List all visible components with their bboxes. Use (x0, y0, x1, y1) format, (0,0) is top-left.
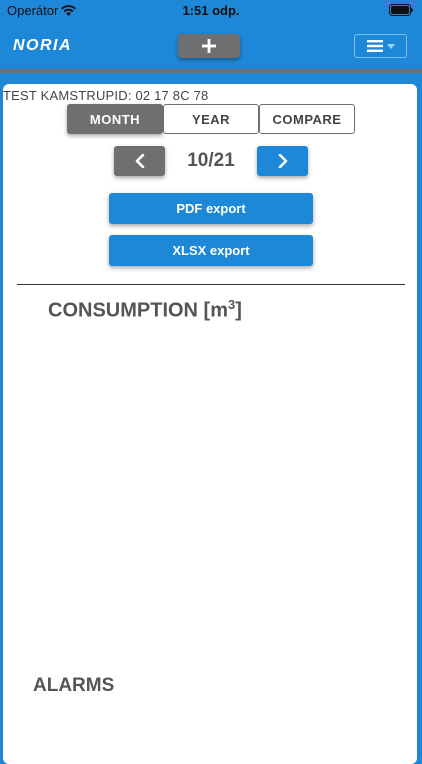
chevron-left-icon (135, 154, 144, 168)
consumption-heading-suffix: ] (235, 299, 242, 322)
tab-year[interactable]: YEAR (163, 104, 259, 134)
battery-icon (389, 4, 413, 16)
navbar-divider (0, 69, 422, 73)
pdf-export-button[interactable]: PDF export (109, 193, 313, 224)
period-label: 10/21 (187, 150, 235, 171)
device-title: TEST KAMSTRUPID: 02 17 8C 78 (3, 88, 209, 103)
alarms-heading: ALARMS (33, 675, 115, 696)
navbar: NORIA (0, 22, 422, 70)
caret-down-icon (386, 43, 395, 49)
consumption-heading: CONSUMPTION [m3] (48, 297, 242, 323)
status-bar: Operátor 1:51 odp. (0, 0, 422, 22)
tab-month[interactable]: MONTH (67, 104, 163, 134)
period-navigator: 10/21 (114, 146, 308, 176)
clock: 1:51 odp. (182, 3, 240, 18)
previous-period-button[interactable] (114, 146, 165, 176)
hamburger-icon (366, 40, 383, 52)
xlsx-export-button[interactable]: XLSX export (109, 235, 313, 266)
add-button[interactable] (178, 34, 240, 58)
consumption-heading-text: CONSUMPTION [m (48, 299, 228, 322)
tab-compare[interactable]: COMPARE (259, 104, 355, 134)
period-tabs: MONTH YEAR COMPARE (67, 104, 355, 134)
brand-logo[interactable]: NORIA (13, 37, 72, 55)
next-period-button[interactable] (257, 146, 308, 176)
content-card: TEST KAMSTRUPID: 02 17 8C 78 MONTH YEAR … (3, 84, 417, 764)
chevron-right-icon (278, 154, 287, 168)
menu-button[interactable] (354, 34, 407, 58)
section-divider (17, 284, 405, 285)
plus-icon (202, 39, 216, 53)
